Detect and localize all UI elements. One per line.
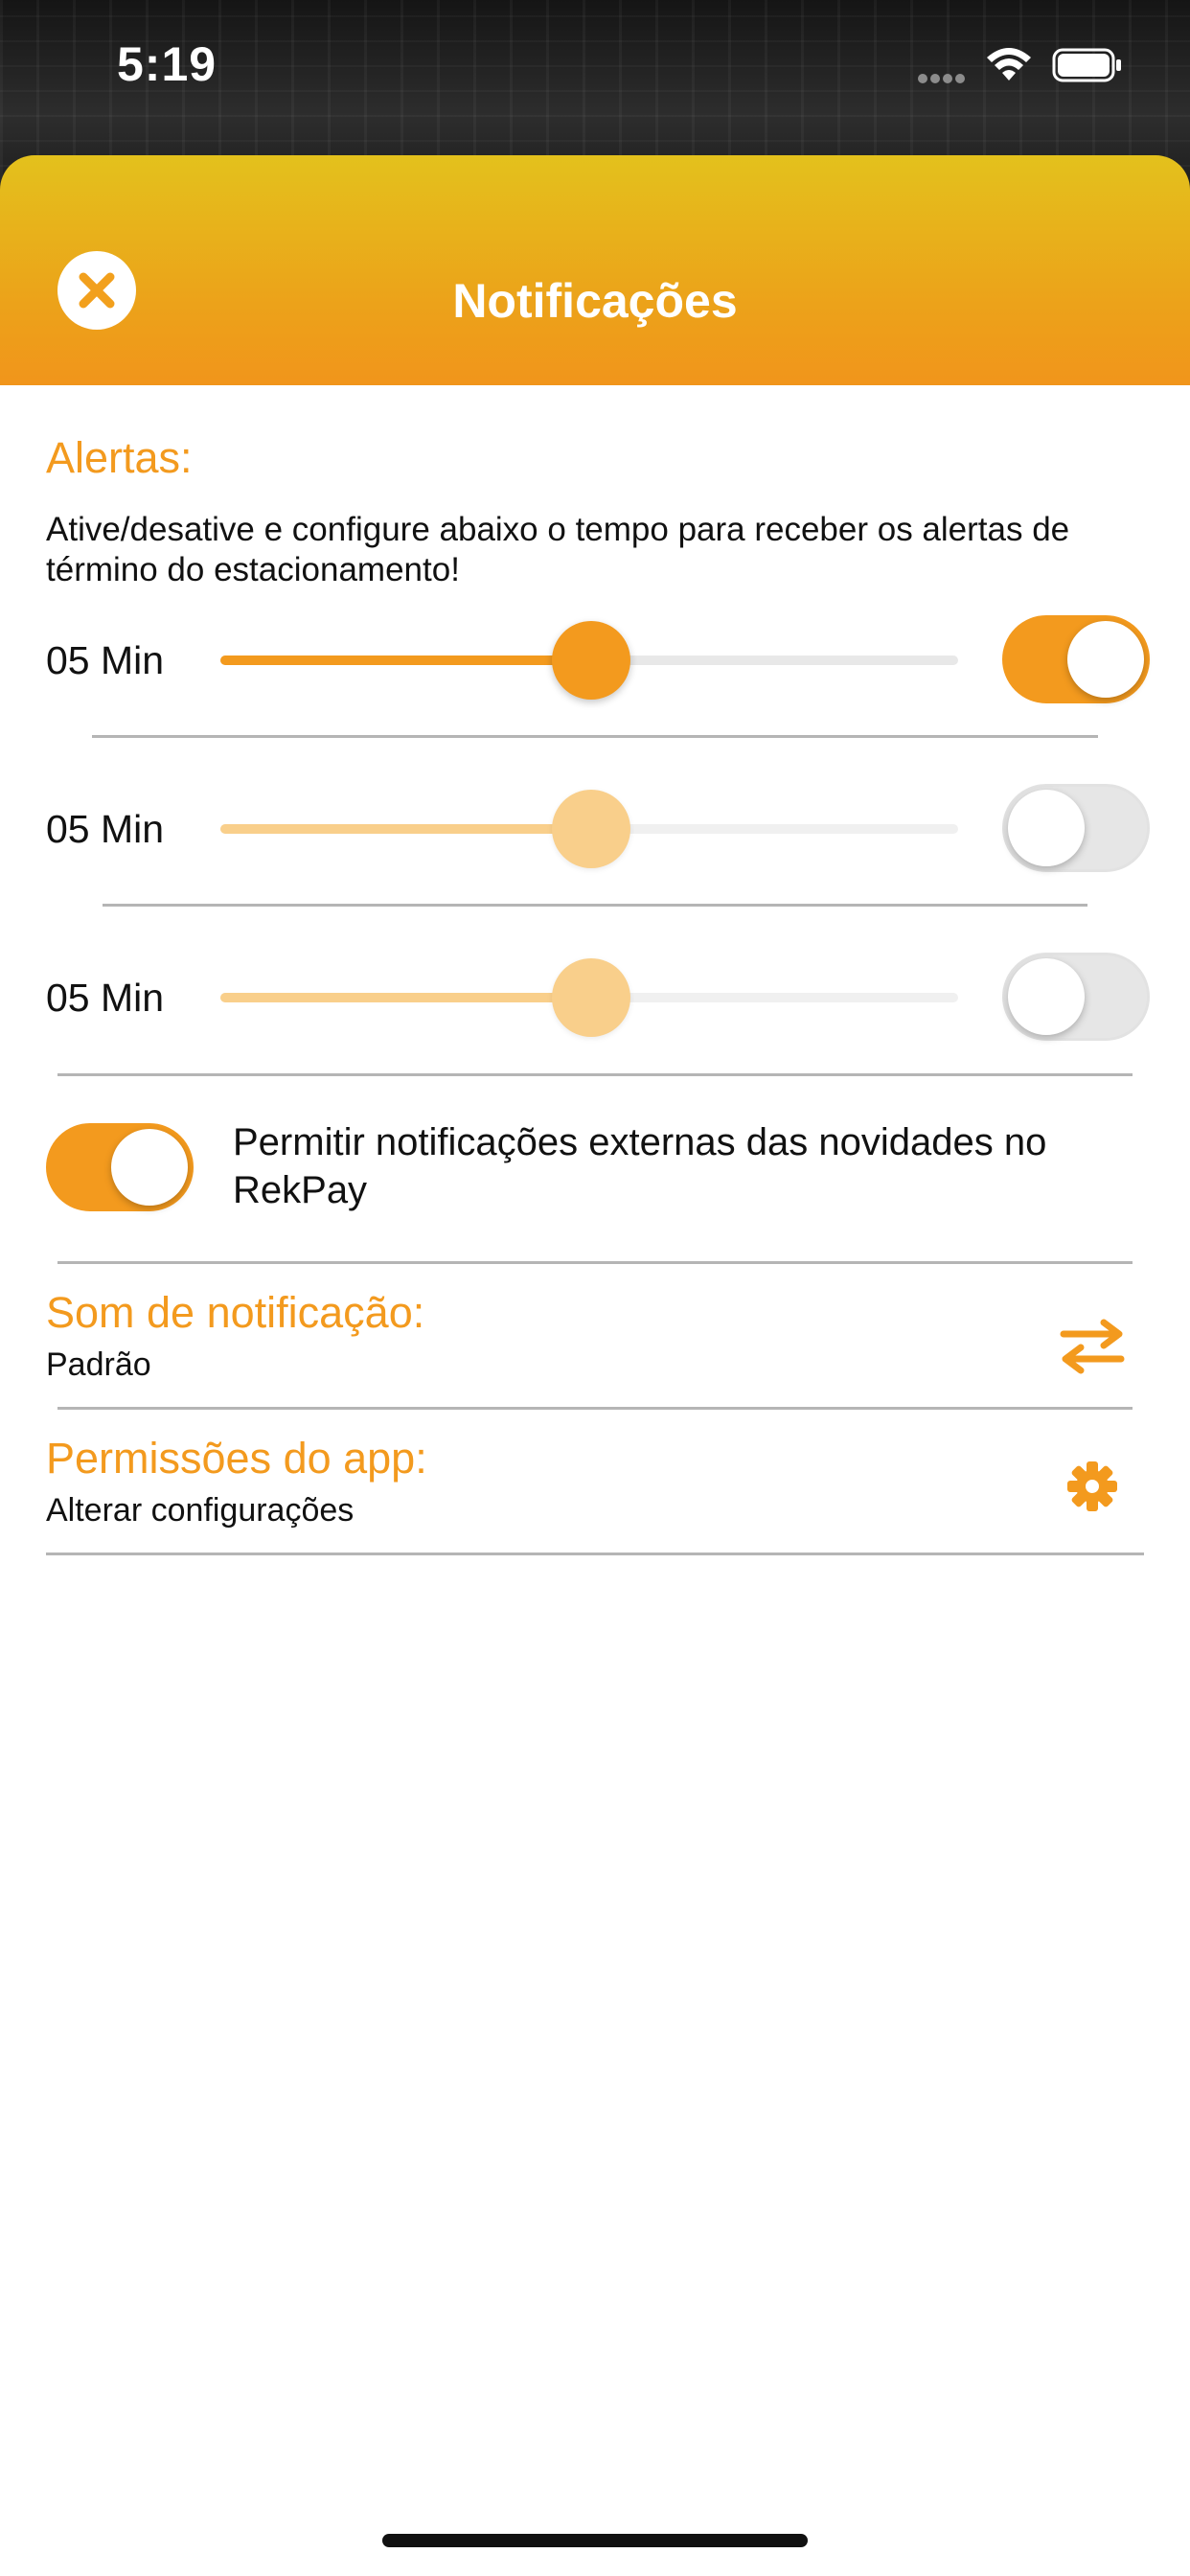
battery-icon: [1052, 48, 1121, 82]
status-time: 5:19: [117, 37, 217, 91]
gear-icon[interactable]: [1056, 1455, 1129, 1518]
toggle-knob: [1067, 621, 1144, 698]
alert-row-3: 05 Min: [0, 939, 1190, 1054]
alert-time-slider[interactable]: [220, 958, 958, 1037]
alert-toggle[interactable]: [1002, 615, 1150, 703]
sheet-header: [0, 155, 1190, 385]
slider-fill: [220, 656, 589, 665]
slider-thumb[interactable]: [552, 790, 630, 868]
app-permissions-value: Alterar configurações: [46, 1492, 355, 1529]
alert-toggle[interactable]: [1002, 784, 1150, 872]
divider: [103, 904, 1087, 907]
alerts-title: Alertas:: [46, 433, 193, 482]
notification-sound-title: Som de notificação:: [46, 1288, 425, 1337]
toggle-knob: [111, 1129, 188, 1206]
divider: [57, 1261, 1133, 1264]
divider: [57, 1407, 1133, 1410]
slider-thumb[interactable]: [552, 621, 630, 700]
alert-time-label: 05 Min: [46, 807, 165, 851]
app-permissions-title: Permissões do app:: [46, 1434, 427, 1483]
divider: [57, 1073, 1133, 1076]
slider-fill: [220, 824, 589, 834]
toggle-knob: [1008, 958, 1085, 1035]
alert-time-label: 05 Min: [46, 976, 165, 1020]
swap-arrows-icon[interactable]: [1056, 1315, 1129, 1378]
home-indicator: [382, 2534, 808, 2547]
slider-fill: [220, 993, 589, 1002]
alert-time-slider[interactable]: [220, 621, 958, 700]
divider: [46, 1552, 1144, 1555]
page-title: Notificações: [452, 274, 738, 328]
toggle-knob: [1008, 790, 1085, 866]
slider-thumb[interactable]: [552, 958, 630, 1037]
status-bar: 5:19: [0, 0, 1190, 144]
alert-row-1: 05 Min: [0, 602, 1190, 717]
alerts-description: Ative/desative e configure abaixo o temp…: [46, 511, 1070, 588]
alert-toggle[interactable]: [1002, 953, 1150, 1041]
external-notifications-label: Permitir notificações externas das novid…: [233, 1121, 1047, 1211]
notification-sound-value: Padrão: [46, 1346, 151, 1383]
cellular-signal-icon: [918, 71, 972, 83]
alert-time-label: 05 Min: [46, 638, 165, 682]
alert-time-slider[interactable]: [220, 790, 958, 868]
external-notifications-toggle[interactable]: [46, 1123, 194, 1211]
alert-row-2: 05 Min: [0, 770, 1190, 886]
wifi-icon: [987, 48, 1031, 80]
divider: [92, 735, 1098, 738]
